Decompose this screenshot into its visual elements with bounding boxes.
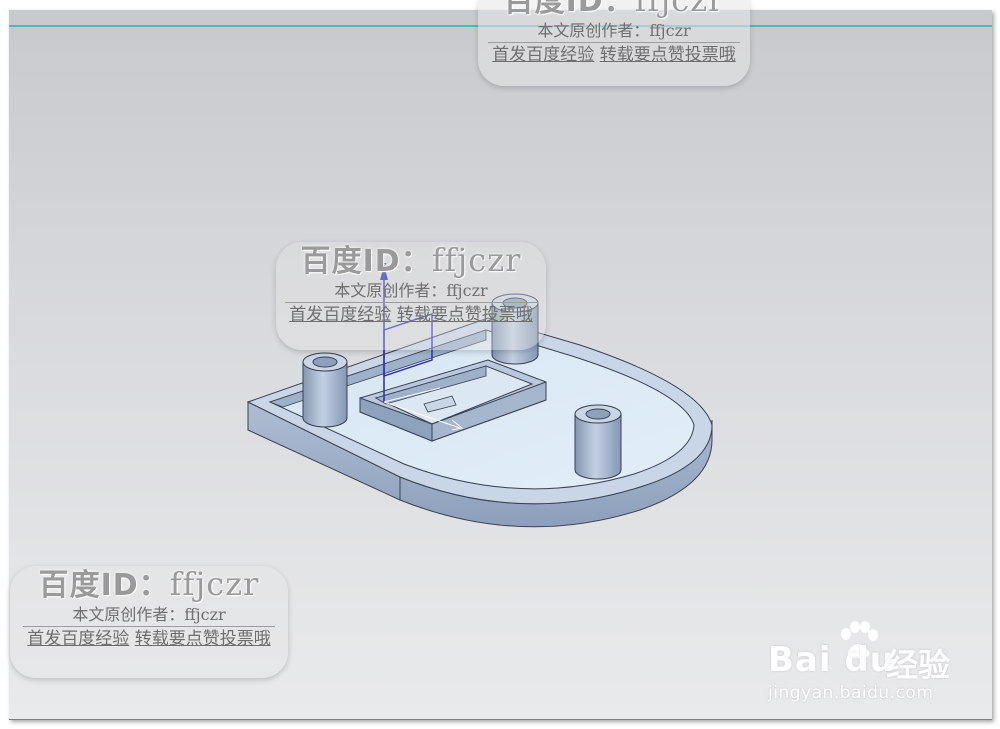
watermark-author-line: 本文原创作者：ffjczr	[334, 281, 488, 300]
watermark-id-prefix: 百度ID：	[38, 568, 170, 603]
baidu-jingyan-logo: Bai du 经验 jingyan.baidu.com	[762, 618, 962, 708]
baidu-brand-text: Bai du	[768, 640, 895, 680]
watermark-share-b: 转载要点赞投票哦	[599, 45, 736, 65]
jingyan-text: 经验	[886, 646, 951, 684]
watermark-handle: ffjczr	[634, 0, 725, 19]
watermark-author-line: 本文原创作者：ffjczr	[72, 605, 226, 624]
boss-right[interactable]	[574, 404, 622, 480]
watermark-id: 百度ID：ffjczr	[10, 566, 288, 604]
watermark-share-a: 首发百度经验	[27, 629, 130, 649]
watermark-id: 百度ID：ffjczr	[276, 242, 546, 280]
watermark-author-line: 本文原创作者：ffjczr	[537, 21, 691, 40]
watermark-middle: 百度ID：ffjczr 本文原创作者：ffjczr 首发百度经验 转载要点赞投票…	[276, 242, 546, 350]
watermark-share-a: 首发百度经验	[492, 45, 595, 65]
watermark-top: 百度ID：ffjczr 本文原创作者：ffjczr 首发百度经验 转载要点赞投票…	[478, 0, 750, 86]
watermark-share-line: 首发百度经验 转载要点赞投票哦	[285, 302, 537, 327]
site-url: jingyan.baidu.com	[768, 683, 934, 703]
watermark-handle: ffjczr	[169, 565, 260, 603]
watermark-id: 百度ID：ffjczr	[478, 0, 750, 20]
watermark-share-line: 首发百度经验 转载要点赞投票哦	[488, 42, 740, 67]
watermark-share-b: 转载要点赞投票哦	[396, 305, 533, 325]
watermark-share-b: 转载要点赞投票哦	[134, 629, 271, 649]
watermark-handle: ffjczr	[431, 241, 522, 279]
watermark-bottom: 百度ID：ffjczr 本文原创作者：ffjczr 首发百度经验 转载要点赞投票…	[10, 566, 288, 678]
watermark-id-prefix: 百度ID：	[300, 244, 432, 279]
watermark-share-a: 首发百度经验	[289, 305, 392, 325]
watermark-id-prefix: 百度ID：	[503, 0, 635, 19]
watermark-share-line: 首发百度经验 转载要点赞投票哦	[23, 626, 275, 651]
boss-left[interactable]	[302, 352, 348, 428]
